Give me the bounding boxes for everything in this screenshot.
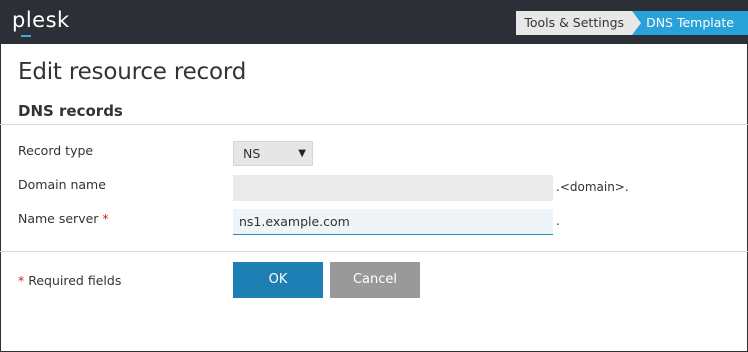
cancel-button[interactable]: Cancel bbox=[330, 262, 420, 298]
name-server-label: Name server * bbox=[18, 211, 109, 226]
footer-divider bbox=[0, 251, 748, 252]
breadcrumb-tools-settings[interactable]: Tools & Settings bbox=[516, 11, 641, 35]
name-server-suffix: . bbox=[556, 214, 560, 228]
domain-name-input[interactable] bbox=[233, 175, 553, 201]
page-title: Edit resource record bbox=[18, 59, 247, 85]
record-type-label: Record type bbox=[18, 143, 94, 158]
name-server-input[interactable]: ns1.example.com bbox=[233, 209, 553, 235]
top-bar: plesk Tools & Settings DNS Template bbox=[0, 0, 748, 44]
required-note-marker: * bbox=[18, 273, 25, 288]
domain-name-suffix: .<domain>. bbox=[556, 180, 629, 194]
record-type-value: NS bbox=[243, 146, 261, 161]
breadcrumb-dns-template[interactable]: DNS Template bbox=[632, 11, 748, 35]
name-server-label-text: Name server bbox=[18, 211, 99, 226]
required-marker: * bbox=[102, 211, 109, 226]
record-type-select[interactable]: NS ▼ bbox=[233, 141, 313, 166]
logo-accent bbox=[21, 35, 31, 37]
chevron-down-icon: ▼ bbox=[298, 148, 306, 159]
required-fields-note: * Required fields bbox=[18, 273, 121, 288]
plesk-logo[interactable]: plesk bbox=[12, 8, 70, 32]
domain-name-label: Domain name bbox=[18, 177, 106, 192]
required-note-text: Required fields bbox=[28, 273, 122, 288]
section-divider bbox=[0, 124, 748, 125]
section-title: DNS records bbox=[18, 102, 123, 120]
breadcrumb: Tools & Settings DNS Template bbox=[516, 11, 748, 35]
ok-button[interactable]: OK bbox=[233, 262, 323, 298]
